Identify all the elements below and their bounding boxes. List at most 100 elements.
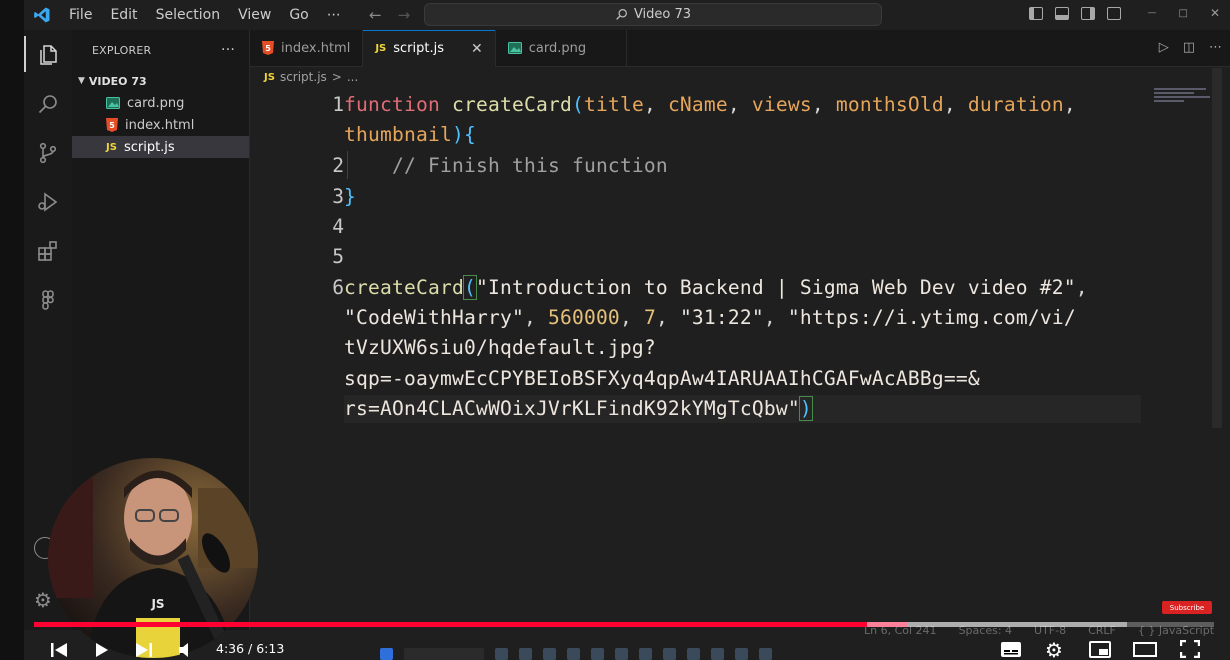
forward-arrow-icon[interactable]: → [398, 6, 411, 24]
tab-card-png[interactable]: card.png [496, 30, 628, 66]
param: monthsOld [835, 93, 944, 116]
number: 560000 [547, 306, 620, 329]
title-bar: File Edit Selection View Go ⋯ ← → Video … [24, 0, 1230, 30]
settings-icon[interactable]: ⚙ [1045, 638, 1063, 660]
line-number: 4 [332, 215, 344, 238]
js-file-icon: JS [375, 43, 387, 54]
file-index-html[interactable]: 5 index.html [72, 114, 249, 136]
toggle-secondary-sidebar-icon[interactable] [1081, 6, 1096, 20]
line-number: 3 [332, 185, 344, 208]
code-line-6-wrap-2: tVzUXW6siu0/hqdefault.jpg? [344, 336, 656, 359]
windows-start-icon [380, 648, 393, 660]
minimap[interactable] [1154, 88, 1212, 114]
param: views [751, 93, 812, 116]
file-script-js[interactable]: JS script.js [72, 136, 249, 158]
taskbar-app-icon [735, 648, 748, 660]
taskbar-search-icon [404, 648, 484, 660]
video-progress-bar[interactable] [34, 622, 1214, 627]
back-arrow-icon[interactable]: ← [369, 6, 382, 24]
captions-icon[interactable] [1000, 641, 1022, 658]
close-window-button[interactable]: ✕ [1210, 6, 1220, 20]
code-line-6-wrap-3: sqp=-oaymwEcCPYBEIoBSFXyq4qpAw4IARUAAIhC… [344, 367, 980, 390]
toggle-primary-sidebar-icon[interactable] [1029, 6, 1044, 20]
fullscreen-icon[interactable] [1180, 640, 1200, 658]
paren: ){ [451, 123, 476, 146]
folder-video-73[interactable]: ▼ VIDEO 73 [72, 70, 249, 92]
paren: ( [571, 93, 584, 116]
command-center-search[interactable]: Video 73 [424, 3, 882, 26]
comment: // Finish this function [392, 154, 668, 177]
image-file-icon [106, 97, 120, 109]
string: "31:22" [679, 306, 764, 329]
play-icon[interactable] [95, 642, 109, 658]
run-code-icon[interactable]: ▷ [1159, 40, 1169, 55]
number: 7 [643, 306, 656, 329]
next-icon[interactable] [135, 642, 153, 658]
run-debug-icon[interactable] [24, 177, 72, 226]
tab-script-js[interactable]: JS script.js ✕ [363, 30, 496, 67]
maximize-button[interactable]: □ [1178, 8, 1187, 19]
code-line-1-wrap: thumbnail){ [344, 123, 476, 146]
extensions-icon[interactable] [24, 226, 72, 275]
title-actions: — □ ✕ [1029, 6, 1220, 20]
more-actions-icon[interactable]: ⋯ [1209, 40, 1222, 55]
menu-bar: File Edit Selection View Go ⋯ [60, 7, 350, 23]
code-line-6-wrap-1: "CodeWithHarry", 560000, 7, "31:22", "ht… [344, 306, 1076, 329]
presenter-webcam: JS [48, 458, 258, 658]
taskbar-app-icon [687, 648, 700, 660]
customize-layout-icon[interactable] [1107, 6, 1122, 20]
volume-icon[interactable] [178, 642, 194, 658]
menu-edit[interactable]: Edit [101, 7, 146, 23]
tab-index-html[interactable]: 5 index.html [250, 30, 364, 66]
code-line-6-wrap-4: rs=AOn4CLACwWOixJVrKLFindK92kYMgTcQbw") [344, 396, 813, 421]
remote-icon[interactable] [24, 275, 72, 324]
string: rs=AOn4CLACwWOixJVrKLFindK92kYMgTcQbw" [344, 397, 800, 420]
image-file-icon [507, 42, 522, 54]
source-control-icon[interactable] [24, 128, 72, 177]
toggle-panel-icon[interactable] [1055, 6, 1070, 20]
miniplayer-icon[interactable] [1089, 641, 1111, 658]
previous-icon[interactable] [50, 642, 68, 658]
file-card-png[interactable]: card.png [72, 92, 249, 114]
video-time: 4:36 / 6:13 [216, 641, 285, 656]
video-buffer [867, 622, 1127, 627]
taskbar-app-icon [759, 648, 772, 660]
close-tab-icon[interactable]: ✕ [471, 41, 483, 57]
line-number: 5 [332, 245, 344, 268]
taskbar-app-icon [543, 648, 556, 660]
breadcrumb-file[interactable]: script.js [280, 70, 327, 84]
html-file-icon: 5 [262, 41, 274, 55]
menu-view[interactable]: View [229, 7, 280, 23]
editor-tabs: 5 index.html JS script.js ✕ card.png ▷ ◫… [250, 30, 1230, 67]
editor-scrollbar[interactable] [1212, 68, 1222, 428]
js-file-icon: JS [264, 71, 275, 83]
code-editor[interactable]: 1 function createCard(title, cName, view… [250, 87, 1230, 627]
settings-gear-icon[interactable]: ⚙ [34, 588, 52, 612]
keyword: function [344, 93, 440, 116]
svg-text:5: 5 [109, 121, 115, 130]
menu-selection[interactable]: Selection [147, 7, 230, 23]
split-editor-icon[interactable]: ◫ [1183, 40, 1195, 55]
minimize-button[interactable]: — [1147, 8, 1156, 18]
svg-text:5: 5 [265, 44, 271, 53]
video-progress-fill [34, 622, 908, 627]
theater-mode-icon[interactable] [1133, 642, 1157, 657]
taskbar-app-icon [639, 648, 652, 660]
tab-label: script.js [393, 41, 444, 56]
taskbar-app-icon [567, 648, 580, 660]
breadcrumb-rest[interactable]: ... [347, 70, 358, 84]
menu-file[interactable]: File [60, 7, 101, 23]
explorer-title: EXPLORER [92, 43, 152, 57]
function-name: createCard [451, 93, 572, 116]
explorer-more-button[interactable]: ··· [221, 42, 235, 58]
breadcrumb-separator: > [331, 70, 342, 84]
line-number: 1 [332, 93, 344, 116]
subscribe-watermark[interactable]: Subscribe [1162, 601, 1212, 614]
search-icon[interactable] [24, 79, 72, 128]
line-number: 2 [332, 154, 344, 177]
menu-go[interactable]: Go [280, 7, 317, 23]
explorer-icon[interactable] [24, 30, 72, 79]
file-label: index.html [125, 117, 195, 133]
menu-more[interactable]: ⋯ [318, 7, 350, 23]
comma: , [1063, 93, 1076, 116]
